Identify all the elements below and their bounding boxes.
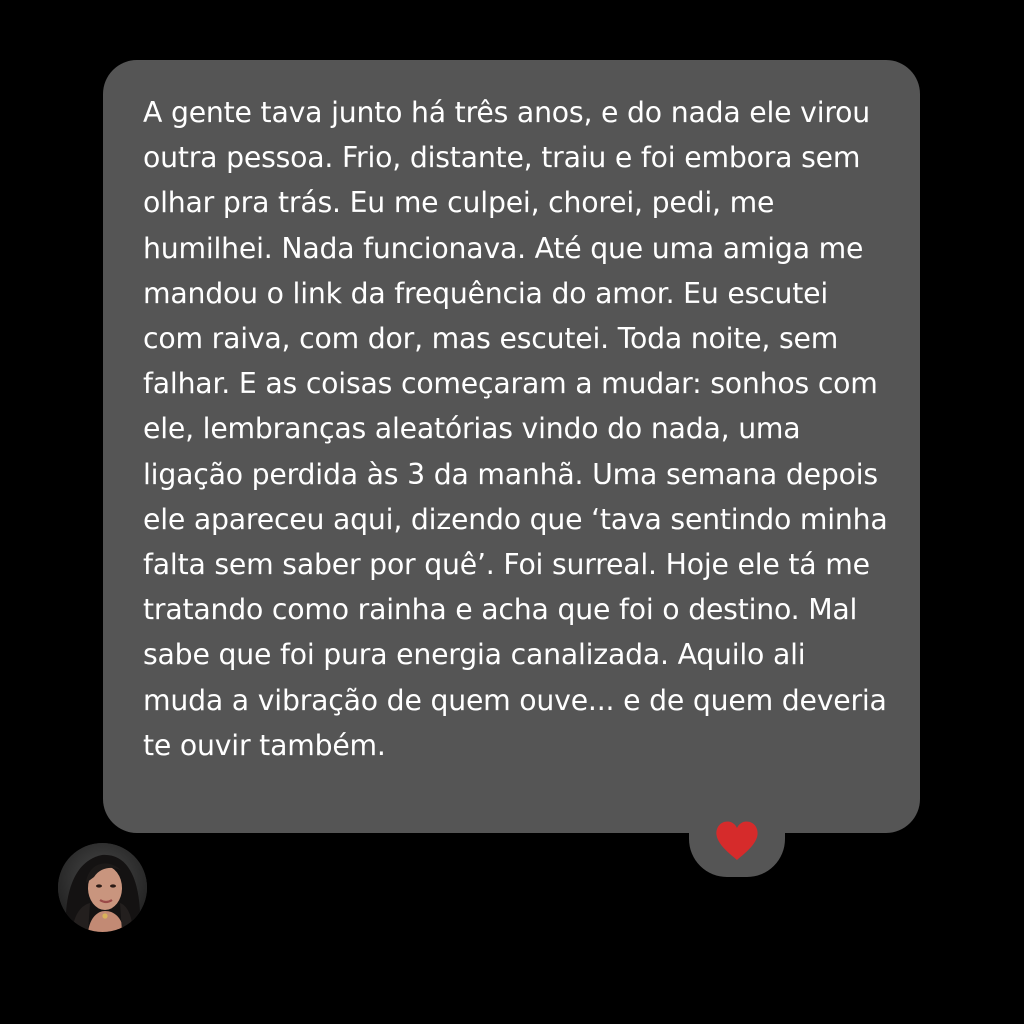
heart-icon xyxy=(716,821,758,860)
avatar[interactable] xyxy=(58,843,147,932)
message-text: A gente tava junto há três anos, e do na… xyxy=(143,96,888,762)
reaction-badge[interactable] xyxy=(689,800,785,877)
message-bubble[interactable]: A gente tava junto há três anos, e do na… xyxy=(103,60,920,833)
avatar-photo xyxy=(58,843,147,932)
